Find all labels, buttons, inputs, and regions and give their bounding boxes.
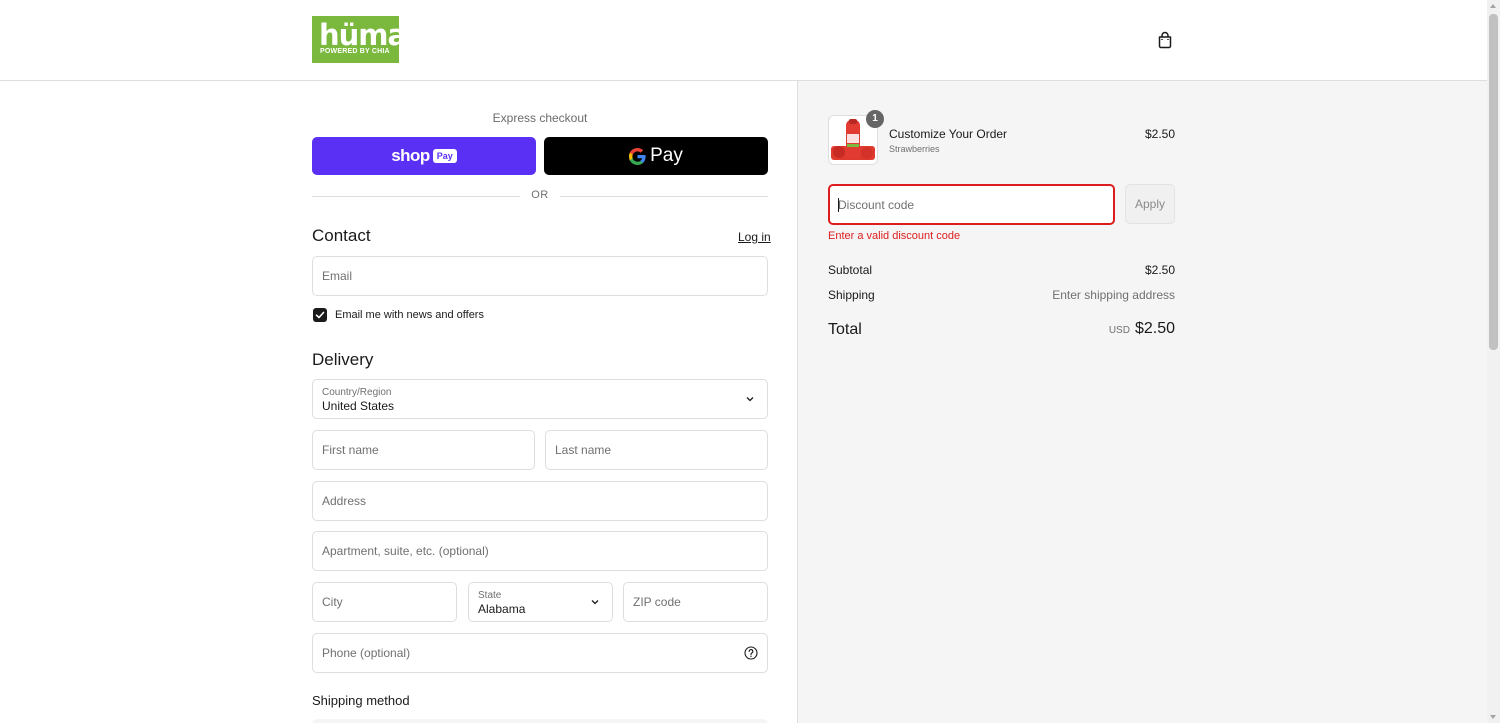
chevron-down-icon [591,600,599,605]
product-price: $2.50 [1144,127,1175,141]
product-variant: Strawberries [889,144,940,154]
scrollbar-thumb[interactable] [1489,14,1498,350]
phone-placeholder: Phone (optional) [322,646,411,660]
login-link[interactable]: Log in [738,230,771,244]
subtotal-label: Subtotal [828,263,873,277]
city-placeholder: City [322,595,343,609]
contact-heading: Contact [312,226,371,245]
apartment-placeholder: Apartment, suite, etc. (optional) [322,544,489,558]
apartment-field[interactable]: Apartment, suite, etc. (optional) [312,531,768,571]
shop-pay-pill: Pay [432,149,457,163]
or-divider: OR [312,189,768,203]
discount-error-message: Enter a valid discount code [828,230,961,242]
zip-field[interactable]: ZIP code [623,582,768,622]
brand-logo[interactable]: hüma POWERED BY CHIA [312,16,407,63]
page-scrollbar[interactable] [1487,0,1500,723]
state-select[interactable]: State Alabama [468,582,613,622]
shipping-value: Enter shipping address [1052,288,1175,302]
shop-pay-button[interactable]: shop Pay [312,137,536,175]
country-value: United States [322,399,395,413]
total-currency: USD [1108,325,1130,336]
discount-code-placeholder: Discount code [838,197,915,212]
scroll-up-arrow-icon[interactable] [1490,4,1496,8]
newsletter-label: Email me with news and offers [335,309,484,321]
chevron-down-icon [746,397,754,402]
order-summary-panel [797,81,1487,723]
total-value-row: USD $2.50 [1000,320,1175,338]
or-text: OR [531,189,549,201]
quantity-badge: 1 [866,110,884,128]
google-g-icon [629,147,646,165]
express-checkout-label: Express checkout [492,111,588,125]
delivery-heading: Delivery [312,350,374,369]
email-placeholder: Email [322,269,353,283]
google-pay-wordmark: Pay [650,145,683,166]
logo-tagline: POWERED BY CHIA [320,48,390,55]
total-label: Total [828,321,862,338]
scroll-down-arrow-icon[interactable] [1490,715,1496,719]
google-pay-button[interactable]: Pay [544,137,768,175]
state-value: Alabama [478,602,526,616]
zip-placeholder: ZIP code [633,595,681,609]
help-circle-icon[interactable] [744,646,758,660]
shopping-bag-icon[interactable] [1156,31,1174,49]
newsletter-checkbox[interactable] [313,308,327,322]
subtotal-value: $2.50 [1144,263,1175,277]
site-header: hüma POWERED BY CHIA [0,0,1487,81]
last-name-field[interactable]: Last name [545,430,768,470]
email-field[interactable]: Email [312,256,768,296]
first-name-placeholder: First name [322,443,379,457]
country-select[interactable]: Country/Region United States [312,379,768,419]
discount-code-field[interactable]: Discount code [828,184,1115,225]
first-name-field[interactable]: First name [312,430,535,470]
address-field[interactable]: Address [312,481,768,521]
shipping-method-heading: Shipping method [312,693,410,708]
logo-wordmark: hüma [319,18,407,52]
apply-discount-button[interactable]: Apply [1125,184,1175,224]
product-name: Customize Your Order [889,127,1008,141]
checkmark-icon [315,311,325,319]
last-name-placeholder: Last name [555,443,612,457]
shipping-label: Shipping [828,288,875,302]
country-label: Country/Region [322,387,392,398]
address-placeholder: Address [322,494,367,508]
total-amount: $2.50 [1134,320,1175,337]
shop-pay-wordmark: shop [391,146,430,165]
shipping-method-placeholder [312,719,768,723]
city-field[interactable]: City [312,582,457,622]
phone-field[interactable]: Phone (optional) [312,633,768,673]
state-label: State [478,590,502,601]
